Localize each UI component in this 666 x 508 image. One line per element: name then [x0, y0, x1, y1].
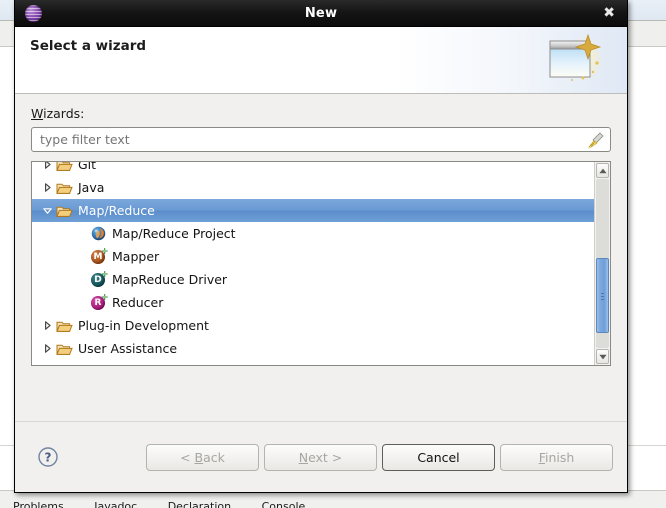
background-tab-console: Console	[249, 500, 306, 508]
svg-text:?: ?	[45, 450, 52, 464]
chevron-right-icon[interactable]	[39, 337, 55, 360]
background-tab-declaration: Declaration	[155, 500, 231, 508]
tree-item-label: Git	[78, 162, 97, 172]
tree-item-label: Mapper	[112, 249, 160, 264]
tree-item-plug-in-development[interactable]: Plug-in Development	[32, 314, 594, 337]
scroll-up-arrow-icon[interactable]	[596, 163, 609, 178]
scrollbar-thumb[interactable]	[596, 258, 609, 333]
tree-item-mapper[interactable]: M ✛ Mapper	[32, 245, 594, 268]
broom-clear-icon[interactable]	[586, 130, 606, 150]
console-icon	[249, 500, 259, 508]
dialog-title: New	[304, 5, 338, 21]
folder-icon	[55, 162, 73, 173]
new-badge-icon: ✛	[101, 246, 108, 256]
new-wizard-dialog: New ✖ Select a wizard Wizards: type filt…	[14, 0, 628, 493]
wizards-label: Wizards:	[31, 106, 611, 121]
chevron-right-icon[interactable]	[39, 314, 55, 337]
hadoop-elephant-icon	[89, 226, 107, 242]
dialog-button-bar: ? < Back Next > Cancel Finish	[15, 421, 627, 492]
driver-d-icon: D ✛	[89, 269, 108, 288]
wizards-label-mnemonic: W	[31, 106, 44, 121]
tree-item-reducer[interactable]: R ✛ Reducer	[32, 291, 594, 314]
folder-icon	[55, 318, 73, 334]
tree-item-label: MapReduce Driver	[112, 272, 228, 287]
back-button: < Back	[146, 443, 259, 471]
tree-item-label: User Assistance	[78, 341, 178, 356]
new-badge-icon: ✛	[101, 269, 108, 279]
wizards-label-rest: izards:	[43, 106, 85, 121]
new-wizard-sparkle-icon	[549, 33, 603, 82]
folder-icon	[55, 341, 73, 357]
mapper-m-icon: M ✛	[89, 246, 108, 265]
scroll-down-arrow-icon[interactable]	[596, 349, 609, 364]
tree-item-git[interactable]: Git	[32, 162, 594, 176]
background-tab-problems: Problems	[0, 500, 64, 508]
next-button: Next >	[264, 443, 377, 471]
reducer-r-icon: R ✛	[89, 292, 108, 311]
page-title: Select a wizard	[30, 38, 147, 54]
tree-item-label: Reducer	[112, 295, 164, 310]
cancel-button[interactable]: Cancel	[382, 443, 495, 471]
background-tab-javadoc: Javadoc	[81, 500, 137, 508]
button-label: Next >	[298, 449, 343, 465]
declaration-icon	[155, 500, 165, 508]
chevron-right-icon[interactable]	[39, 162, 55, 176]
tree-item-java[interactable]: Java	[32, 176, 594, 199]
button-label: < Back	[180, 449, 225, 465]
wizard-tree-viewport[interactable]: Git Java Map/Reduce Map/Reduce Project M ✛ Map…	[32, 162, 594, 365]
close-icon[interactable]: ✖	[603, 6, 615, 20]
tree-item-label: Map/Reduce Project	[112, 226, 236, 241]
javadoc-icon	[81, 500, 91, 508]
scrollbar-track[interactable]	[596, 179, 609, 348]
filter-field-wrapper[interactable]	[31, 127, 611, 152]
tree-item-label: Plug-in Development	[78, 318, 209, 333]
wizard-tree-list: Git Java Map/Reduce Map/Reduce Project M ✛ Map…	[32, 162, 594, 360]
filter-input[interactable]	[32, 132, 586, 147]
tree-item-map-reduce[interactable]: Map/Reduce	[32, 199, 594, 222]
scrollbar-grip	[601, 292, 604, 300]
tree-item-label: Java	[78, 180, 105, 195]
button-label: Finish	[538, 449, 575, 465]
background-view-tab-strip: Problems Javadoc Declaration Console	[0, 500, 666, 508]
help-question-icon[interactable]: ?	[37, 446, 59, 468]
dialog-body: Wizards: Git Java Map/Reduce Map/Reduce Pro…	[15, 94, 627, 423]
new-badge-icon: ✛	[101, 292, 108, 302]
tree-item-mapreduce-driver[interactable]: D ✛ MapReduce Driver	[32, 268, 594, 291]
folder-icon	[55, 203, 73, 219]
button-label: Cancel	[417, 449, 460, 465]
finish-button: Finish	[500, 443, 613, 471]
chevron-down-icon[interactable]	[39, 199, 55, 222]
chevron-right-icon[interactable]	[39, 176, 55, 199]
tree-item-label: Map/Reduce	[78, 203, 155, 218]
tree-item-map-reduce-project[interactable]: Map/Reduce Project	[32, 222, 594, 245]
tree-item-user-assistance[interactable]: User Assistance	[32, 337, 594, 360]
folder-icon	[55, 180, 73, 196]
dialog-header: Select a wizard	[15, 27, 627, 94]
dialog-titlebar[interactable]: New ✖	[15, 0, 627, 27]
wizard-tree-panel[interactable]: Git Java Map/Reduce Map/Reduce Project M ✛ Map…	[31, 161, 611, 366]
problems-icon	[0, 500, 10, 508]
eclipse-sphere-icon	[25, 4, 42, 22]
tree-vertical-scrollbar[interactable]	[594, 162, 610, 365]
wizard-navigation-buttons: < Back Next > Cancel Finish	[146, 443, 613, 471]
